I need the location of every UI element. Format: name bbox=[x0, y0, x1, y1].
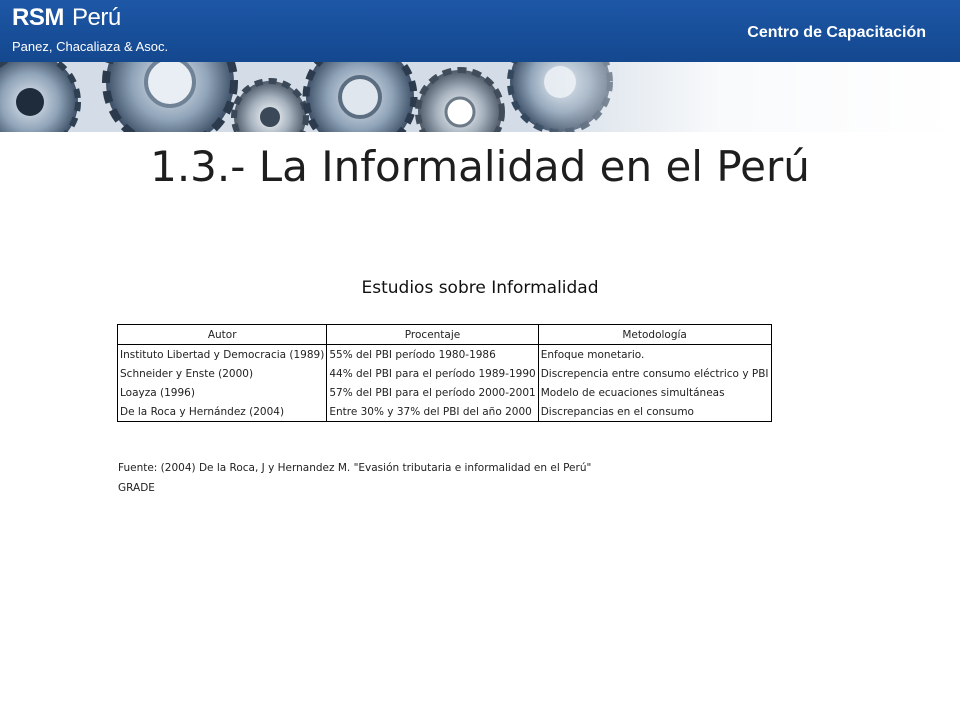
gears-icon bbox=[0, 62, 960, 132]
studies-title: Estudios sobre Informalidad bbox=[361, 278, 599, 298]
source-publisher: GRADE bbox=[118, 482, 155, 494]
source-note: Fuente: (2004) De la Roca, J y Hernandez… bbox=[118, 458, 591, 498]
cell-metodologia: Discrepancias en el consumo bbox=[537, 402, 772, 422]
logo-brand: RSM bbox=[12, 4, 64, 31]
studies-table: Autor Procentaje Metodología Instituto L… bbox=[116, 324, 772, 422]
cell-metodologia: Enfoque monetario. bbox=[537, 344, 772, 364]
cell-autor: Schneider y Enste (2000) bbox=[116, 364, 328, 383]
logo-subtitle: Panez, Chacaliaza & Asoc. bbox=[12, 39, 169, 54]
table-row: Schneider y Enste (2000) 44% del PBI par… bbox=[116, 364, 772, 383]
cell-metodologia: Modelo de ecuaciones simultáneas bbox=[537, 383, 772, 402]
column-header-autor: Autor bbox=[116, 324, 328, 345]
cell-porcentaje: 44% del PBI para el período 1989-1990 bbox=[326, 364, 539, 383]
table-row: De la Roca y Hernández (2004) Entre 30% … bbox=[116, 402, 772, 422]
logo-country: Perú bbox=[72, 4, 121, 31]
cell-porcentaje: Entre 30% y 37% del PBI del año 2000 bbox=[326, 402, 539, 422]
cell-porcentaje: 57% del PBI para el período 2000-2001 bbox=[326, 383, 539, 402]
cell-autor: De la Roca y Hernández (2004) bbox=[116, 402, 328, 422]
table-header-row: Autor Procentaje Metodología bbox=[116, 324, 772, 345]
source-line: Fuente: (2004) De la Roca, J y Hernandez… bbox=[118, 462, 592, 474]
header-section-title: Centro de Capacitación bbox=[747, 24, 926, 41]
cell-metodologia: Discrepencia entre consumo eléctrico y P… bbox=[537, 364, 772, 383]
table-row: Loayza (1996) 57% del PBI para el períod… bbox=[116, 383, 772, 402]
company-logo: RSM Perú bbox=[12, 4, 121, 32]
slide-title: 1.3.- La Informalidad en el Perú bbox=[150, 142, 810, 191]
column-header-metodologia: Metodología bbox=[537, 324, 772, 345]
cell-porcentaje: 55% del PBI período 1980-1986 bbox=[326, 344, 539, 364]
header-bar: RSM Perú Panez, Chacaliaza & Asoc. Centr… bbox=[0, 0, 960, 62]
gears-banner-image bbox=[0, 62, 960, 132]
column-header-porcentaje: Procentaje bbox=[326, 324, 539, 345]
cell-autor: Loayza (1996) bbox=[116, 383, 328, 402]
cell-autor: Instituto Libertad y Democracia (1989) bbox=[116, 344, 328, 364]
table-row: Instituto Libertad y Democracia (1989) 5… bbox=[116, 344, 772, 364]
